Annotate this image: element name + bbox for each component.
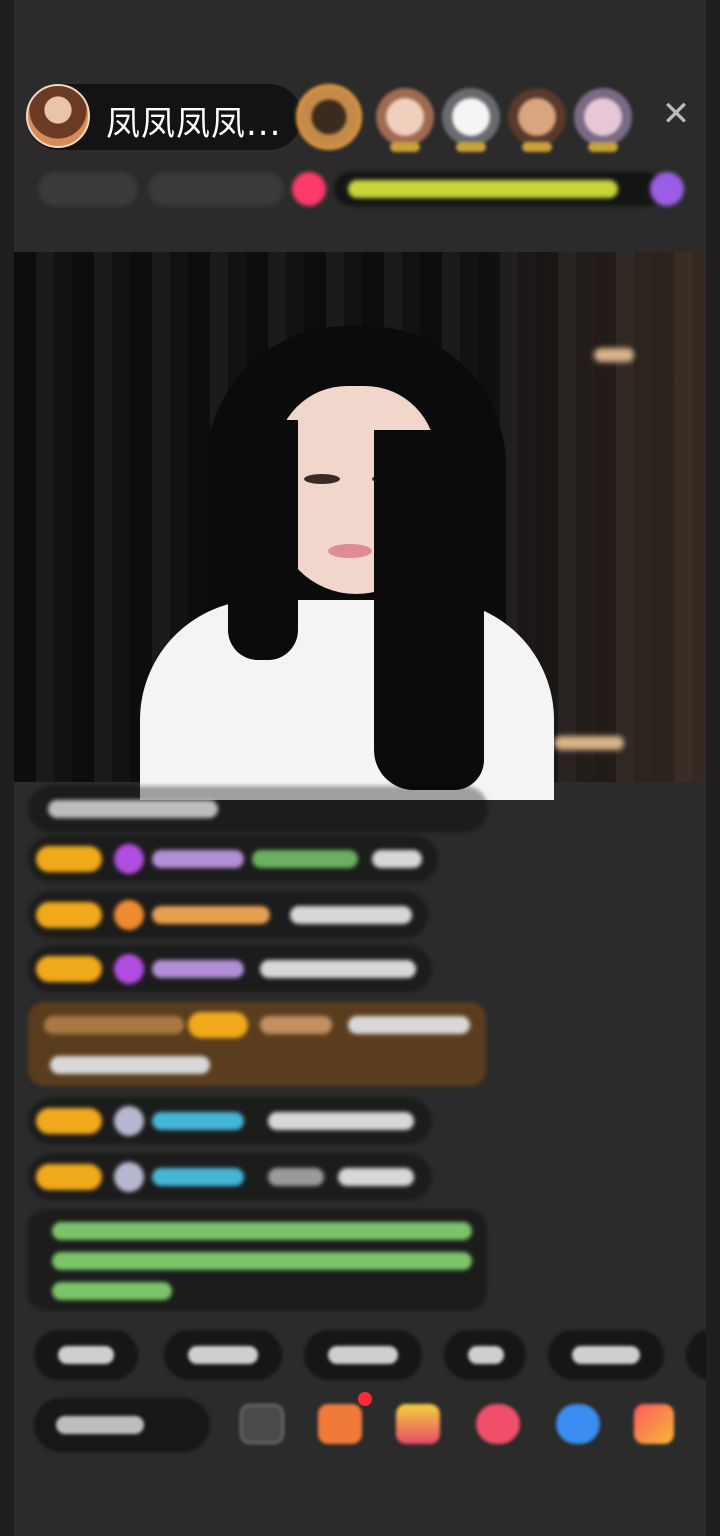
chat-text xyxy=(372,850,422,868)
rank-chip[interactable] xyxy=(38,172,138,206)
streamer-lips xyxy=(328,544,372,558)
quick-reply-chip[interactable] xyxy=(34,1330,138,1380)
viewer-avatar[interactable] xyxy=(376,88,434,152)
diamond-icon xyxy=(114,844,144,874)
chat-text xyxy=(338,1168,414,1186)
chat-username[interactable] xyxy=(260,1016,332,1034)
follow-chip[interactable] xyxy=(292,172,326,206)
chat-input[interactable] xyxy=(34,1398,210,1452)
shop-icon[interactable] xyxy=(396,1404,440,1444)
activity-icon[interactable] xyxy=(650,172,684,206)
streamer-eye xyxy=(304,474,340,484)
chat-username[interactable] xyxy=(152,960,244,978)
chat-system-line xyxy=(28,786,488,832)
announcement-text xyxy=(52,1252,472,1270)
chat-text xyxy=(260,960,416,978)
quick-reply-chip[interactable] xyxy=(304,1330,422,1380)
chat-username[interactable] xyxy=(152,1168,244,1186)
viewer-avatar[interactable] xyxy=(508,88,566,152)
viewer-avatar[interactable] xyxy=(574,88,632,152)
chat-text xyxy=(268,1112,414,1130)
quick-reply-chip[interactable] xyxy=(164,1330,282,1380)
system-announcement xyxy=(28,1210,486,1310)
level-badge xyxy=(36,1108,102,1134)
notification-dot xyxy=(358,1392,372,1406)
gift-box-icon[interactable] xyxy=(318,1404,362,1444)
stream-info-row xyxy=(38,166,686,212)
chat-message[interactable] xyxy=(28,1154,432,1200)
chat-text xyxy=(268,1168,324,1186)
gift-highlight-message[interactable] xyxy=(28,1002,486,1086)
chat-text xyxy=(290,906,412,924)
quick-reply-chip[interactable] xyxy=(686,1330,706,1380)
level-badge xyxy=(36,956,102,982)
announcement-text xyxy=(52,1222,472,1240)
user-avatar xyxy=(114,1162,144,1192)
fans-chip[interactable] xyxy=(148,172,284,206)
quick-reply-chip[interactable] xyxy=(548,1330,664,1380)
streamer-hair xyxy=(374,430,484,790)
share-icon[interactable] xyxy=(556,1404,600,1444)
chat-text xyxy=(348,1016,470,1034)
streamer-hair xyxy=(228,420,298,660)
fan-badge xyxy=(44,1016,184,1034)
chat-message[interactable] xyxy=(28,946,432,992)
background-lamp xyxy=(594,348,634,362)
chat-message[interactable] xyxy=(28,1098,432,1144)
streamer-shirt xyxy=(140,600,554,800)
quick-reply-chip[interactable] xyxy=(444,1330,526,1380)
more-icon[interactable] xyxy=(634,1404,674,1444)
activity-text xyxy=(348,180,618,198)
background-lamp xyxy=(554,736,624,750)
level-badge xyxy=(188,1012,248,1038)
chat-text xyxy=(252,850,358,868)
heart-gift-icon xyxy=(114,900,144,930)
host-avatar[interactable] xyxy=(26,84,90,148)
level-badge xyxy=(36,1164,102,1190)
viewer-avatar[interactable] xyxy=(442,88,500,152)
chat-text xyxy=(50,1056,210,1074)
live-stream-screen: 凤凤凤凤... ✕ xyxy=(14,0,706,1536)
chat-message[interactable] xyxy=(28,892,428,938)
viewer-avatar[interactable] xyxy=(296,84,362,150)
diamond-icon xyxy=(114,954,144,984)
level-badge xyxy=(36,846,102,872)
host-name[interactable]: 凤凤凤凤... xyxy=(106,96,281,145)
chat-username[interactable] xyxy=(152,1112,244,1130)
user-avatar xyxy=(114,1106,144,1136)
close-icon[interactable]: ✕ xyxy=(658,96,694,132)
chat-username[interactable] xyxy=(152,850,244,868)
heart-gift-icon[interactable] xyxy=(476,1404,520,1444)
message-icon[interactable] xyxy=(240,1404,284,1444)
chat-username[interactable] xyxy=(152,906,270,924)
level-badge xyxy=(36,902,102,928)
chat-message[interactable] xyxy=(28,836,438,882)
announcement-text xyxy=(52,1282,172,1300)
